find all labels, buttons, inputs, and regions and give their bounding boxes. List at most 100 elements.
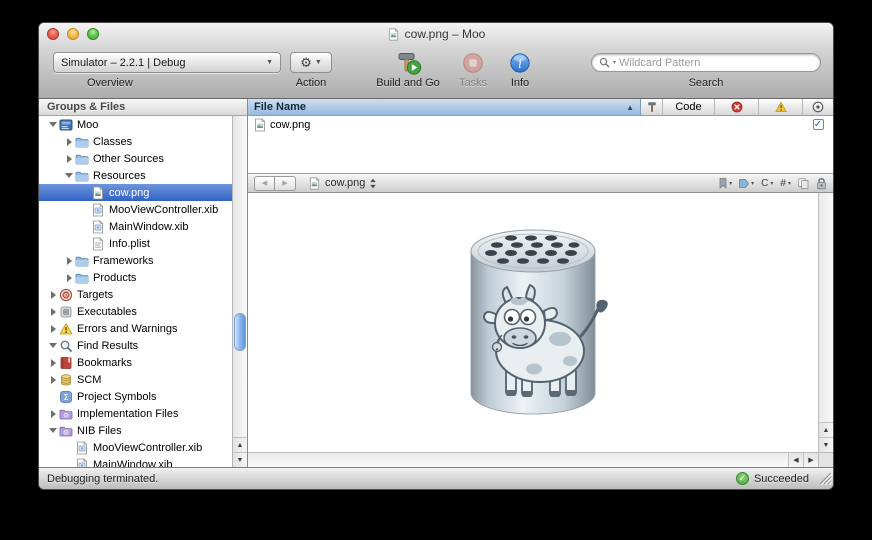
disclosure-triangle[interactable]	[47, 343, 59, 348]
status-bar: Debugging terminated. ✓ Succeeded	[39, 467, 833, 489]
cow-png-image	[434, 211, 632, 435]
xib-file-icon	[75, 458, 90, 468]
sidebar-item-classes[interactable]: Classes	[39, 133, 232, 150]
disclosure-triangle[interactable]	[47, 291, 59, 299]
back-button[interactable]: ◀	[254, 176, 275, 191]
class-hierarchy-menu-button[interactable]: C▾	[761, 178, 773, 189]
sidebar-item-label: SCM	[77, 374, 101, 386]
hammer-icon	[646, 101, 658, 113]
editor-horizontal-scrollbar[interactable]: ◀ ▶	[248, 452, 818, 467]
sidebar-item-label: Resources	[93, 170, 146, 182]
sidebar-item-bookmarks[interactable]: Bookmarks	[39, 354, 232, 371]
sidebar-item-executables[interactable]: Executables	[39, 303, 232, 320]
tasks-button[interactable]	[462, 50, 484, 75]
sidebar-item-info-plist[interactable]: Info.plist	[39, 235, 232, 252]
warning-icon	[59, 322, 74, 336]
counterpart-pages-icon	[798, 178, 809, 189]
column-header-file-name[interactable]: File Name ▲	[248, 99, 641, 116]
info-icon: i	[509, 52, 531, 74]
file-name-cell: cow.png	[270, 119, 310, 131]
status-message: Debugging terminated.	[47, 473, 158, 485]
image-file-icon	[253, 118, 267, 132]
disclosure-triangle[interactable]	[47, 308, 59, 316]
column-header-code[interactable]: Code	[663, 99, 715, 116]
disclosure-triangle[interactable]	[63, 274, 75, 282]
sidebar-item-cow-png[interactable]: cow.png	[39, 184, 232, 201]
sidebar-header[interactable]: Groups & Files	[39, 99, 247, 116]
forward-button[interactable]: ▶	[275, 176, 296, 191]
sidebar-item-label: Other Sources	[93, 153, 164, 165]
sidebar-item-moo[interactable]: Moo	[39, 116, 232, 133]
titlebar[interactable]: cow.png – Moo	[39, 23, 833, 45]
sidebar-item-frameworks[interactable]: Frameworks	[39, 252, 232, 269]
error-icon	[731, 101, 743, 113]
sidebar-item-errors-and-warnings[interactable]: Errors and Warnings	[39, 320, 232, 337]
sidebar-item-resources[interactable]: Resources	[39, 167, 232, 184]
sidebar-item-project-symbols[interactable]: ΣProject Symbols	[39, 388, 232, 405]
disclosure-triangle[interactable]	[63, 173, 75, 178]
info-button[interactable]: i	[509, 50, 531, 75]
disclosure-triangle[interactable]	[47, 410, 59, 418]
svg-text:i: i	[518, 57, 522, 71]
bookmark-icon	[59, 356, 74, 370]
column-header-warnings[interactable]	[759, 99, 803, 116]
counterparts-button[interactable]	[798, 178, 809, 189]
sidebar-item-mainwindow-xib[interactable]: MainWindow.xib	[39, 218, 232, 235]
column-header-build[interactable]	[641, 99, 663, 116]
target-membership-checkbox[interactable]: ✓	[813, 119, 824, 130]
disclosure-triangle[interactable]	[47, 122, 59, 127]
file-list-row[interactable]: cow.png ✓	[248, 116, 833, 133]
file-history-popup[interactable]: cow.png	[308, 177, 377, 190]
sidebar-item-scm[interactable]: SCM	[39, 371, 232, 388]
bookmarks-menu-button[interactable]: ▾	[719, 178, 732, 189]
lock-icon[interactable]	[816, 177, 827, 190]
disclosure-triangle[interactable]	[47, 376, 59, 384]
sidebar-item-implementation-files[interactable]: Implementation Files	[39, 405, 232, 422]
search-field[interactable]: ▾	[591, 53, 821, 72]
disclosure-triangle[interactable]	[63, 155, 75, 163]
sidebar-item-nib-files[interactable]: NIB Files	[39, 422, 232, 439]
xib-file-icon	[91, 220, 106, 234]
search-input[interactable]	[619, 57, 813, 69]
scroll-up-button[interactable]: ▲	[819, 422, 833, 437]
action-button[interactable]: ⚙ ▼	[290, 52, 332, 73]
disclosure-triangle[interactable]	[63, 257, 75, 265]
scroll-down-button[interactable]: ▼	[819, 437, 833, 452]
window-title: cow.png – Moo	[39, 23, 833, 45]
search-label: Search	[689, 77, 724, 89]
file-list-header: File Name ▲ Code	[248, 99, 833, 116]
xib-file-icon	[75, 441, 90, 455]
sidebar-scrollbar[interactable]: ▲ ▼	[232, 116, 247, 467]
build-and-go-icon	[394, 51, 422, 75]
svg-text:Σ: Σ	[63, 393, 68, 402]
build-and-go-button[interactable]	[394, 50, 422, 75]
breakpoints-menu-button[interactable]: ▾	[739, 179, 754, 188]
scroll-left-button[interactable]: ◀	[788, 453, 803, 467]
sidebar-item-find-results[interactable]: Find Results	[39, 337, 232, 354]
scroll-down-button[interactable]: ▼	[233, 452, 247, 467]
sidebar-item-targets[interactable]: Targets	[39, 286, 232, 303]
sidebar-item-mainwindow-xib[interactable]: MainWindow.xib	[39, 456, 232, 467]
sidebar-item-mooviewcontroller-xib[interactable]: MooViewController.xib	[39, 439, 232, 456]
scrollbar-thumb[interactable]	[234, 313, 246, 351]
sidebar-item-products[interactable]: Products	[39, 269, 232, 286]
overview-popup-value: Simulator – 2.2.1 | Debug	[61, 57, 186, 69]
editor-vertical-scrollbar[interactable]: ▲ ▼	[818, 193, 833, 452]
toolbar-item-build-and-go: Build and Go	[373, 50, 443, 89]
sidebar-item-mooviewcontroller-xib[interactable]: MooViewController.xib	[39, 201, 232, 218]
column-header-errors[interactable]	[715, 99, 759, 116]
column-header-target[interactable]	[803, 99, 833, 116]
sidebar-item-other-sources[interactable]: Other Sources	[39, 150, 232, 167]
search-menu-arrow-icon: ▾	[613, 59, 616, 66]
overview-popup[interactable]: Simulator – 2.2.1 | Debug ▼	[53, 52, 281, 73]
scroll-right-button[interactable]: ▶	[803, 453, 818, 467]
toolbar-item-info: i Info	[501, 50, 539, 89]
scroll-up-button[interactable]: ▲	[233, 437, 247, 452]
resize-grip[interactable]	[819, 472, 832, 488]
disclosure-triangle[interactable]	[63, 138, 75, 146]
disclosure-triangle[interactable]	[47, 325, 59, 333]
disclosure-triangle[interactable]	[47, 428, 59, 433]
included-files-menu-button[interactable]: #▾	[780, 178, 791, 189]
disclosure-triangle[interactable]	[47, 359, 59, 367]
proxy-document-icon[interactable]	[387, 28, 400, 41]
